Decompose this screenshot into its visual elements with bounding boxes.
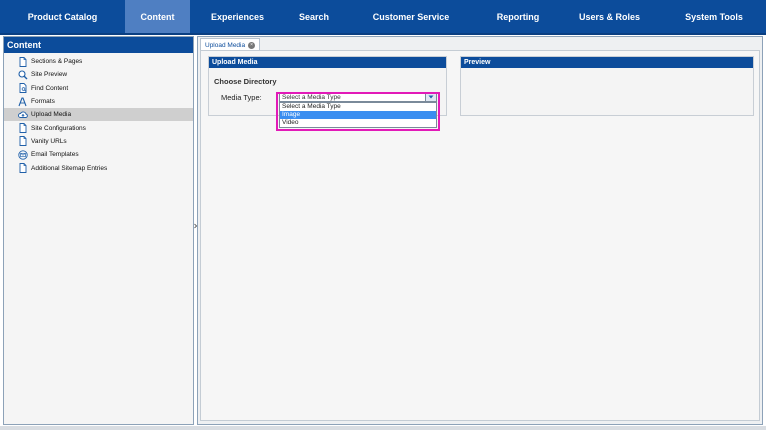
cloud-upload-icon: [18, 110, 28, 120]
main-nav: Product Catalog Content Experiences Sear…: [0, 0, 766, 35]
page-icon: [18, 136, 28, 147]
sidebar-item-label: Find Content: [31, 84, 69, 92]
choose-directory-label: Choose Directory: [214, 77, 277, 86]
upload-media-header: Upload Media: [209, 57, 446, 68]
sidebar-item-email-templates[interactable]: Email Templates: [4, 148, 193, 161]
sidebar-item-sections-pages[interactable]: Sections & Pages: [4, 55, 193, 68]
sidebar-item-vanity-urls[interactable]: Vanity URLs: [4, 135, 193, 148]
preview-header: Preview: [461, 57, 753, 68]
sidebar-item-label: Sections & Pages: [31, 58, 83, 66]
sidebar-item-formats[interactable]: Formats: [4, 95, 193, 108]
content-sidebar: Content Sections & Pages Site Preview Fi…: [3, 36, 194, 425]
sidebar-item-additional-sitemap-entries[interactable]: Additional Sitemap Entries: [4, 161, 193, 174]
sidebar-item-upload-media[interactable]: Upload Media: [4, 108, 193, 122]
nav-search[interactable]: Search: [285, 0, 343, 33]
nav-users-roles[interactable]: Users & Roles: [557, 0, 662, 33]
sidebar-item-find-content[interactable]: Find Content: [4, 82, 193, 95]
tab-content: Upload Media Choose Directory Media Type…: [200, 50, 760, 421]
workspace-panel: Upload Media × Upload Media Choose Direc…: [197, 36, 763, 425]
magnifier-icon: [18, 70, 28, 80]
sidebar-item-label: Site Preview: [31, 71, 68, 79]
nav-product-catalog[interactable]: Product Catalog: [0, 0, 125, 33]
sidebar-item-label: Upload Media: [31, 111, 72, 119]
page-icon: [18, 163, 28, 173]
nav-system-tools[interactable]: System Tools: [662, 0, 766, 33]
font-format-icon: [18, 96, 28, 107]
nav-customer-service[interactable]: Customer Service: [343, 0, 479, 33]
media-type-dropdown: Select a Media Type Image Video: [279, 102, 437, 128]
sidebar-item-label: Site Configurations: [31, 124, 86, 132]
status-bar: [0, 426, 766, 430]
page-icon: [18, 56, 28, 67]
nav-content[interactable]: Content: [125, 0, 190, 33]
sidebar-item-site-configurations[interactable]: Site Configurations: [4, 121, 193, 134]
envelope-icon: [18, 150, 28, 160]
media-type-label: Media Type:: [221, 93, 262, 102]
nav-reporting[interactable]: Reporting: [479, 0, 557, 33]
sidebar-item-site-preview[interactable]: Site Preview: [4, 68, 193, 81]
sidebar-title: Content: [4, 37, 193, 53]
sidebar-list: Sections & Pages Site Preview Find Conte…: [4, 55, 193, 175]
preview-card: Preview: [460, 56, 754, 116]
media-type-select[interactable]: Select a Media Type: [279, 92, 437, 102]
page-icon: [18, 123, 28, 134]
tab-label: Upload Media: [205, 41, 246, 49]
upload-media-card: Upload Media Choose Directory Media Type…: [208, 56, 447, 128]
find-page-icon: [18, 83, 28, 94]
nav-experiences[interactable]: Experiences: [190, 0, 285, 33]
option-select-media-type[interactable]: Select a Media Type: [280, 103, 436, 111]
media-type-selected-value: Select a Media Type: [282, 93, 341, 101]
option-image[interactable]: Image: [280, 111, 436, 119]
chevron-down-icon[interactable]: [425, 93, 436, 101]
close-icon[interactable]: ×: [248, 41, 256, 49]
sidebar-item-label: Email Templates: [31, 151, 79, 159]
sidebar-item-label: Additional Sitemap Entries: [31, 164, 108, 172]
sidebar-item-label: Formats: [31, 98, 55, 106]
sidebar-item-label: Vanity URLs: [31, 137, 67, 145]
option-video[interactable]: Video: [280, 119, 436, 127]
